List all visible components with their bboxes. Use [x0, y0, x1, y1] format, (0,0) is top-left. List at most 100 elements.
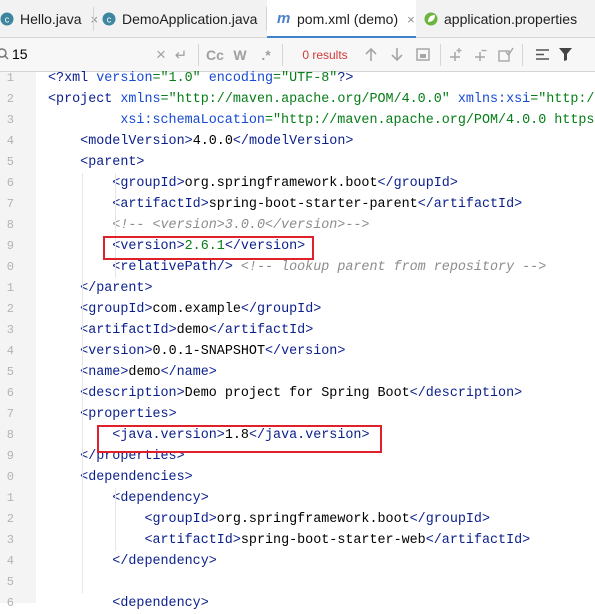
filter-icon[interactable] — [558, 47, 573, 62]
indent-guide — [82, 173, 83, 593]
line-number: 4 — [6, 134, 14, 148]
code-line[interactable]: 5 — [0, 572, 595, 593]
find-in-window-icon[interactable] — [416, 48, 430, 61]
code-token: xmlns:xsi — [457, 92, 531, 107]
line-number: 6 — [6, 596, 14, 610]
code-token: > — [449, 176, 458, 191]
search-input[interactable] — [12, 44, 72, 64]
code-token: modelVersion — [88, 134, 185, 149]
code-text: <description>Demo project for Spring Boo… — [48, 383, 522, 404]
code-line[interactable]: 5 <name>demo</name> — [0, 362, 595, 383]
tab-demoapplication-java[interactable]: c DemoApplication.java × — [94, 0, 274, 38]
code-line[interactable]: 4 <modelVersion>4.0.0</modelVersion> — [0, 131, 595, 152]
code-line[interactable]: 2 <groupId>org.springframework.boot</gro… — [0, 509, 595, 530]
code-token: > — [144, 344, 153, 359]
tab-pom-xml[interactable]: m pom.xml (demo) × — [267, 0, 416, 39]
code-token: < — [48, 92, 57, 107]
code-token: > — [184, 134, 193, 149]
filter-search-results-icon[interactable] — [535, 48, 550, 62]
editor-tab-bar: c Hello.java × c DemoApplication.java × … — [0, 0, 595, 39]
code-token: parent — [96, 281, 145, 296]
code-line[interactable]: 4 </dependency> — [0, 551, 595, 572]
line-number: 9 — [6, 239, 14, 253]
code-line[interactable]: 6 <description>Demo project for Spring B… — [0, 383, 595, 404]
indent-guide — [115, 173, 116, 278]
words-button[interactable]: W — [230, 38, 250, 71]
code-line[interactable]: 4 <version>0.0.1-SNAPSHOT</version> — [0, 341, 595, 362]
code-token: groupId — [88, 302, 145, 317]
clear-search-icon[interactable]: × — [152, 38, 170, 71]
divider — [198, 44, 199, 66]
code-text: <artifactId>spring-boot-starter-web</art… — [48, 530, 530, 551]
code-token: > — [208, 365, 217, 380]
line-number: 0 — [6, 470, 14, 484]
code-line[interactable]: 2 <project xmlns="http://maven.apache.org… — [0, 89, 595, 110]
line-number: 1 — [6, 71, 14, 85]
next-occurrence-icon[interactable] — [390, 47, 404, 62]
code-token: > — [514, 386, 523, 401]
code-token: > — [305, 323, 314, 338]
tab-hello-java[interactable]: c Hello.java × — [0, 0, 98, 38]
line-number: 8 — [6, 428, 14, 442]
match-case-button[interactable]: Cc — [203, 38, 227, 71]
code-text: <groupId>com.example</groupId> — [48, 299, 321, 320]
indent-guide — [115, 488, 116, 551]
code-text: <dependency> — [48, 488, 208, 509]
line-number: 5 — [6, 365, 14, 379]
code-line[interactable]: 7 <properties> — [0, 404, 595, 425]
code-text: <dependency> — [48, 593, 209, 614]
close-icon[interactable]: × — [407, 12, 415, 27]
code-line[interactable]: 1 <dependency> — [0, 488, 595, 509]
code-line[interactable]: 1 </parent> — [0, 278, 595, 299]
divider — [440, 44, 441, 66]
code-token: encoding — [208, 71, 274, 86]
code-token: > — [208, 554, 217, 569]
svg-text:c: c — [5, 15, 10, 25]
code-line[interactable]: 0 <relativePath/> <!-- lookup parent fro… — [0, 257, 595, 278]
code-token: artifactId — [224, 323, 306, 338]
code-line[interactable]: 0 <dependencies> — [0, 467, 595, 488]
code-token: groupId — [425, 512, 482, 527]
code-token: > — [176, 176, 185, 191]
remove-occurrence-icon[interactable] — [473, 47, 489, 62]
code-line[interactable]: 6 <dependency> — [0, 593, 595, 614]
code-line[interactable]: 3 <artifactId>demo</artifactId> — [0, 320, 595, 341]
line-number: 2 — [6, 92, 14, 106]
line-number: 2 — [6, 512, 14, 526]
code-line[interactable]: 6 <groupId>org.springframework.boot</gro… — [0, 173, 595, 194]
code-line[interactable]: 7 <artifactId>spring-boot-starter-parent… — [0, 194, 595, 215]
code-line[interactable]: 3 xsi:schemaLocation="http://maven.apach… — [0, 110, 595, 131]
regex-button[interactable]: .* — [255, 38, 277, 71]
code-token: spring-boot-starter-parent — [208, 197, 418, 212]
code-text: xsi:schemaLocation="http://maven.apache.… — [48, 110, 594, 131]
select-all-occurrences-icon[interactable] — [498, 47, 514, 62]
code-line[interactable]: 1 <?xml version="1.0" encoding="UTF-8"?> — [0, 68, 595, 89]
tab-application-properties[interactable]: application.properties — [417, 0, 595, 38]
code-text: </dependency> — [48, 551, 217, 572]
code-token: ="1.0" — [152, 71, 209, 86]
add-occurrence-icon[interactable] — [448, 47, 464, 62]
code-line[interactable]: 5 <parent> — [0, 152, 595, 173]
code-token: demo — [128, 365, 161, 380]
code-line[interactable]: 8 <!-- <version>3.0.0</version>--> — [0, 215, 595, 236]
maven-icon: m — [277, 10, 291, 27]
code-token: > — [232, 533, 241, 548]
code-line[interactable]: 3 <artifactId>spring-boot-starter-web</a… — [0, 530, 595, 551]
line-number: 5 — [6, 155, 14, 169]
code-token: relativePath — [120, 260, 217, 275]
previous-occurrence-icon[interactable] — [364, 47, 378, 62]
code-token: > — [200, 596, 209, 611]
code-token: > — [136, 155, 145, 170]
line-number: 3 — [6, 323, 14, 337]
code-token: </ — [232, 134, 249, 149]
code-token: > — [481, 512, 491, 527]
search-history-icon[interactable] — [0, 47, 9, 61]
line-number: 5 — [6, 575, 14, 589]
new-line-icon[interactable]: ↵ — [172, 38, 190, 71]
code-line[interactable]: 2 <groupId>com.example</groupId> — [0, 299, 595, 320]
